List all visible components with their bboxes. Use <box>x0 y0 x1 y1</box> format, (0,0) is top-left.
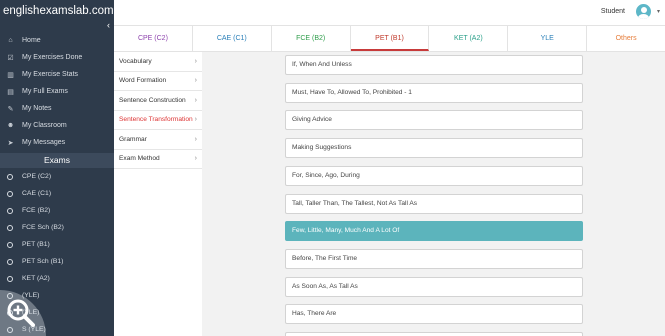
exam-item[interactable]: FCE (B2) <box>0 202 114 219</box>
check-square-icon: ☑ <box>7 54 14 62</box>
chevron-right-icon: › <box>194 96 197 104</box>
bar-chart-icon: ▥ <box>7 71 14 79</box>
circle-icon <box>7 224 13 231</box>
exam-item-label: PET (B1) <box>22 241 50 248</box>
circle-icon <box>7 173 13 180</box>
chevron-right-icon: › <box>194 77 197 85</box>
brand-logo[interactable]: englishexamslab.com <box>0 0 114 22</box>
chevron-down-icon[interactable]: ▾ <box>657 8 660 15</box>
file-icon: ▤ <box>7 88 14 96</box>
subnav-item-label: Vocabulary <box>119 57 152 65</box>
menu-item-my-classroom[interactable]: ☻ My Classroom <box>0 117 114 134</box>
send-icon: ➤ <box>7 139 14 147</box>
exam-item-label: CPE (C2) <box>22 173 52 180</box>
chevron-right-icon: › <box>194 135 197 143</box>
exam-item-label: KET (A2) <box>22 275 50 282</box>
exercise-list: If, When And Unless Must, Have To, Allowe… <box>202 52 665 336</box>
tab-yle[interactable]: YLE <box>508 26 588 51</box>
chevron-right-icon: › <box>194 155 197 163</box>
menu-item-home[interactable]: ⌂ Home <box>0 32 114 49</box>
menu-item-label: My Full Exams <box>22 88 68 95</box>
exercise-item[interactable]: Giving Advice <box>285 110 583 131</box>
exam-item[interactable]: CAE (C1) <box>0 185 114 202</box>
tab-cae-c1[interactable]: CAE (C1) <box>193 26 272 51</box>
exam-item[interactable]: PET Sch (B1) <box>0 253 114 270</box>
tab-fce-b2[interactable]: FCE (B2) <box>272 26 351 51</box>
exercise-item[interactable]: For, Since, Ago, During <box>285 165 583 186</box>
edit-icon: ✎ <box>7 105 14 113</box>
exam-item[interactable]: CPE (C2) <box>0 168 114 185</box>
menu-item-label: My Classroom <box>22 122 67 129</box>
circle-icon <box>7 258 13 265</box>
exam-item[interactable]: FCE Sch (B2) <box>0 219 114 236</box>
subnav-item-vocabulary[interactable]: Vocabulary › <box>114 52 202 72</box>
user-name[interactable]: Student <box>601 8 625 15</box>
users-icon: ☻ <box>6 122 15 129</box>
main-menu: ⌂ Home ☑ My Exercises Done ▥ My Exercise Stat… <box>0 32 114 151</box>
home-icon: ⌂ <box>8 37 13 44</box>
exam-item-label: CAE (C1) <box>22 190 52 197</box>
menu-item-label: My Exercises Done <box>22 54 83 61</box>
chevron-right-icon: › <box>194 57 197 65</box>
subnav-item-exam-method[interactable]: Exam Method › <box>114 150 202 169</box>
user-avatar-icon[interactable] <box>636 4 651 19</box>
collapse-sidebar-icon[interactable]: ‹ <box>107 20 110 30</box>
exercise-item[interactable]: Has, There Are <box>285 304 583 325</box>
exam-level-tabs: CPE (C2) CAE (C1) FCE (B2) PET (B1) KET (A2)… <box>114 25 665 52</box>
subnav-item-sentence-transformation[interactable]: Sentence Transformation › <box>114 111 202 130</box>
exam-item-label: PET Sch (B1) <box>22 258 64 265</box>
exam-item[interactable]: KET (A2) <box>0 270 114 287</box>
menu-item-label: Home <box>22 37 41 44</box>
circle-icon <box>7 190 13 197</box>
subnav-item-label: Sentence Construction <box>119 96 186 104</box>
subnav-item-grammar[interactable]: Grammar › <box>114 130 202 150</box>
category-nav: Vocabulary › Word Formation › Sentence Const… <box>114 52 202 336</box>
exercise-item[interactable]: Must, Have To, Allowed To, Prohibited - … <box>285 82 583 103</box>
zoom-in-icon <box>7 299 35 327</box>
tab-pet-b1[interactable]: PET (B1) <box>350 26 430 51</box>
exercise-item[interactable]: If, When And Unless <box>285 55 583 75</box>
menu-item-label: My Notes <box>22 105 52 112</box>
exam-item-label: FCE (B2) <box>22 207 51 214</box>
menu-item-my-messages[interactable]: ➤ My Messages <box>0 134 114 151</box>
menu-item-my-exercise-stats[interactable]: ▥ My Exercise Stats <box>0 66 114 83</box>
subnav-item-label: Word Formation <box>119 77 167 85</box>
chevron-right-icon: › <box>194 116 197 124</box>
menu-item-label: My Messages <box>22 139 66 146</box>
exercise-item[interactable]: Few, Little, Many, Much And A Lot Of <box>285 221 583 242</box>
subnav-item-label: Exam Method <box>119 155 160 163</box>
sidebar: englishexamslab.com ‹ ⌂ Home ☑ My Exercises… <box>0 0 114 336</box>
menu-item-label: My Exercise Stats <box>22 71 79 78</box>
subnav-item-label: Sentence Transformation <box>119 116 193 124</box>
circle-icon <box>7 241 13 248</box>
tab-ket-a2[interactable]: KET (A2) <box>429 26 509 51</box>
subnav-item-word-formation[interactable]: Word Formation › <box>114 72 202 91</box>
exercise-item[interactable]: Making Suggestions <box>285 138 583 159</box>
tab-others[interactable]: Others <box>587 26 665 51</box>
top-bar: Student ▾ <box>114 0 665 25</box>
exercise-item[interactable]: As Soon As, As Tall As <box>285 276 583 297</box>
menu-item-my-full-exams[interactable]: ▤ My Full Exams <box>0 83 114 100</box>
tab-cpe-c2[interactable]: CPE (C2) <box>114 26 193 51</box>
subnav-item-sentence-construction[interactable]: Sentence Construction › <box>114 91 202 111</box>
exam-item[interactable]: PET (B1) <box>0 236 114 253</box>
subnav-item-label: Grammar <box>119 135 147 143</box>
menu-item-my-notes[interactable]: ✎ My Notes <box>0 100 114 117</box>
exams-header: Exams <box>0 153 114 168</box>
exercise-item[interactable]: Before, The First Time <box>285 248 583 269</box>
exam-item-label: FCE Sch (B2) <box>22 224 64 231</box>
circle-icon <box>7 207 13 214</box>
exercise-item[interactable]: Tall, Taller Than, The Tallest, Not As T… <box>285 193 583 214</box>
menu-item-my-exercises-done[interactable]: ☑ My Exercises Done <box>0 49 114 66</box>
exercise-item[interactable]: So, Such <box>285 332 583 336</box>
circle-icon <box>7 275 13 282</box>
